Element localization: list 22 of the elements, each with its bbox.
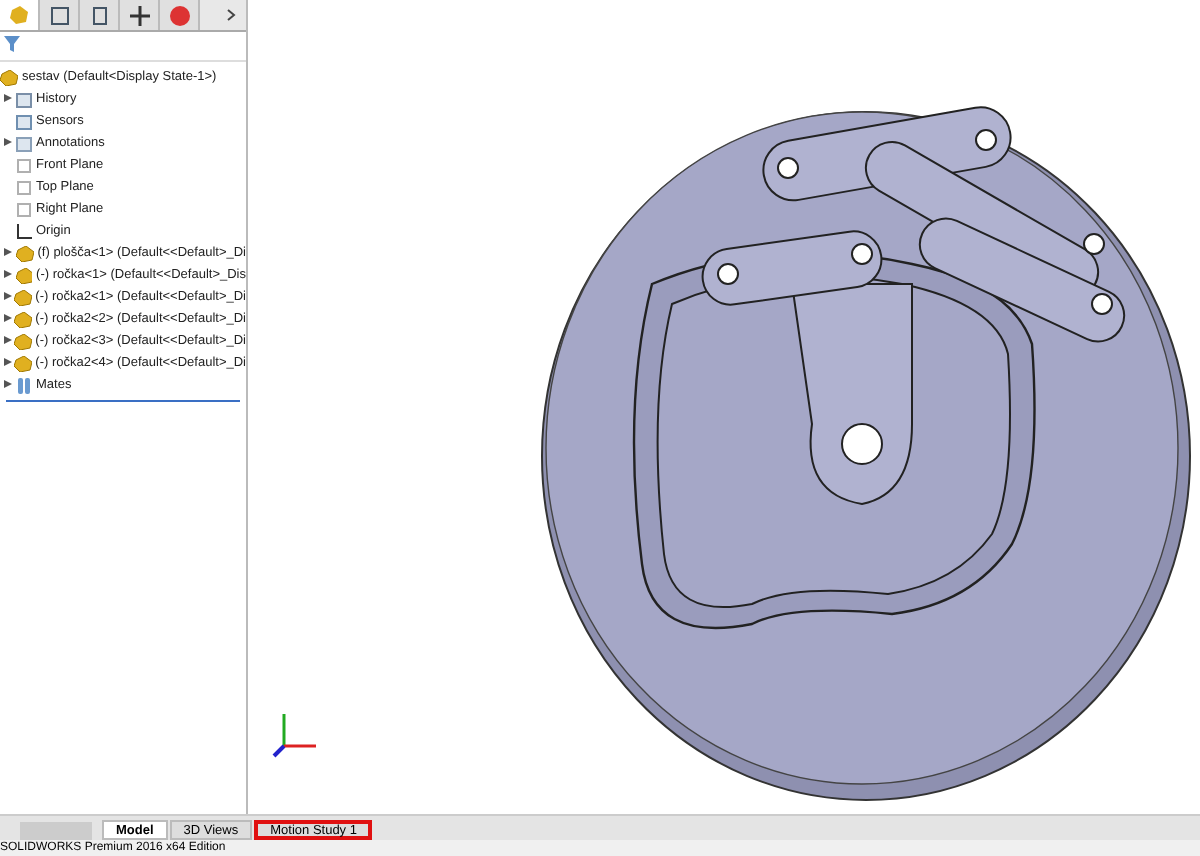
feature-tab-icon <box>7 3 31 27</box>
filter-icon[interactable] <box>4 36 24 52</box>
part-icon <box>0 69 18 85</box>
expander-icon[interactable] <box>3 247 12 255</box>
expander-icon[interactable] <box>3 291 12 299</box>
expander-icon[interactable] <box>4 379 12 387</box>
chevron-icon[interactable] <box>226 7 236 21</box>
panel-tab[interactable] <box>40 0 80 30</box>
display-tab-icon <box>167 3 191 27</box>
expander-icon[interactable] <box>4 137 12 145</box>
mates-icon <box>16 377 32 393</box>
expander-icon[interactable] <box>3 269 12 277</box>
expander-icon[interactable] <box>3 357 12 365</box>
dim-tab-icon <box>127 3 151 27</box>
expander-icon[interactable] <box>4 93 12 101</box>
panel-tab[interactable] <box>120 0 160 30</box>
origin-icon <box>16 223 32 239</box>
panel-tab[interactable] <box>80 0 120 30</box>
expander-icon[interactable] <box>3 313 12 321</box>
expander-icon[interactable] <box>3 335 12 343</box>
folder-icon <box>16 91 32 107</box>
axis-triad-icon <box>268 710 320 762</box>
